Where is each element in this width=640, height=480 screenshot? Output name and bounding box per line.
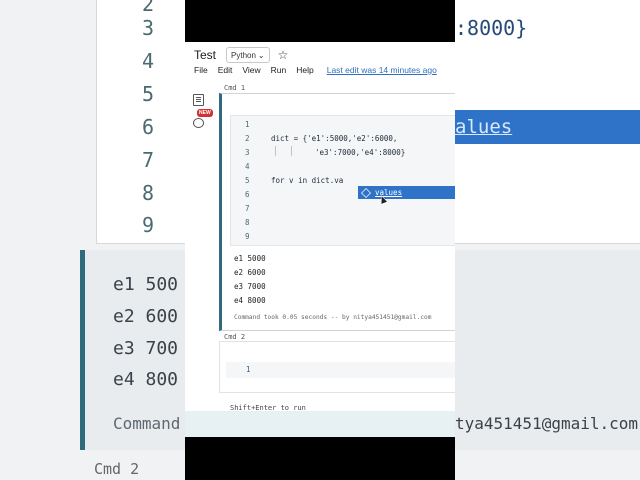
bg-line-number: 4 xyxy=(142,49,155,73)
menu-bar: File Edit View Run Help Last edit was 14… xyxy=(194,65,437,77)
bg-email-text: tya451451@gmail.com xyxy=(455,414,639,433)
bg-output-line: e3 700 xyxy=(113,338,179,359)
code-cell-2[interactable]: 1 xyxy=(219,341,455,393)
code-editor[interactable]: 1 2 3 4 5 6 7 8 9 dict = {'e1':5000,'e2'… xyxy=(230,115,455,246)
cmd1-label: Cmd 1 xyxy=(224,84,246,92)
line-number: 4 xyxy=(245,162,250,171)
line-number: 5 xyxy=(245,176,250,185)
code-line: dict = {'e1':5000,'e2':6000, xyxy=(271,134,398,143)
line-number: 9 xyxy=(245,232,250,241)
line-number: 7 xyxy=(245,204,250,213)
line-number: 3 xyxy=(245,148,250,157)
language-label: Python xyxy=(231,50,256,60)
code-cell-1[interactable]: 1 2 3 4 5 6 7 8 9 dict = {'e1':5000,'e2'… xyxy=(219,93,455,331)
autocomplete-popup[interactable]: values xyxy=(358,186,455,199)
star-icon[interactable]: ☆ xyxy=(278,48,289,62)
bg-highlight-text: alues xyxy=(455,116,513,138)
cmd2-label: Cmd 2 xyxy=(224,333,246,341)
menu-edit[interactable]: Edit xyxy=(218,65,233,77)
bg-line-number: 3 xyxy=(142,16,155,40)
bg-autocomplete-highlight: alues xyxy=(455,110,640,144)
comment-icon[interactable] xyxy=(193,118,204,128)
line-number: 8 xyxy=(245,218,250,227)
notebook-window: Test Python ⌄ ☆ File Edit View Run Help … xyxy=(185,42,455,437)
output-line: e1 5000 xyxy=(234,254,266,263)
cube-icon xyxy=(361,187,371,198)
bg-line-number: 8 xyxy=(142,181,155,205)
bg-line-number: 7 xyxy=(142,148,155,172)
new-badge: NEW xyxy=(197,109,213,117)
line-number: 1 xyxy=(245,120,250,129)
code-line: 'e3':7000,'e4':8000} xyxy=(315,148,406,157)
command-took-text: Command took 0.05 seconds -- by nitya451… xyxy=(234,314,432,321)
bg-code-fragment: :8000} xyxy=(455,16,528,40)
indent-guide xyxy=(275,146,276,156)
notebook-title[interactable]: Test xyxy=(194,48,216,62)
output-line: e3 7000 xyxy=(234,282,266,291)
menu-run[interactable]: Run xyxy=(271,65,287,77)
line-number: 6 xyxy=(245,190,250,199)
bg-line-number: 2 xyxy=(142,0,155,16)
bottom-strip xyxy=(185,411,455,437)
output-line: e4 8000 xyxy=(234,296,266,305)
output-line: e2 6000 xyxy=(234,268,266,277)
bg-command-text: Command xyxy=(113,414,181,433)
bottom-black-band xyxy=(185,437,455,480)
language-selector[interactable]: Python ⌄ xyxy=(226,47,270,63)
code-line: for v in dict.va xyxy=(271,176,344,185)
document-icon[interactable] xyxy=(193,94,204,106)
bg-output-line: e2 600 xyxy=(113,306,179,327)
line-number: 1 xyxy=(246,365,251,374)
indent-guide xyxy=(291,146,292,156)
chevron-down-icon: ⌄ xyxy=(257,50,265,60)
bg-output-line: e4 800 xyxy=(113,369,179,390)
menu-file[interactable]: File xyxy=(194,65,208,77)
code-editor-2[interactable]: 1 xyxy=(226,362,455,378)
bg-output-line: e1 500 xyxy=(113,274,179,295)
bg-line-number: 6 xyxy=(142,115,155,139)
title-bar: Test Python ⌄ ☆ xyxy=(194,46,288,64)
bg-line-number: 9 xyxy=(142,213,155,237)
line-number: 2 xyxy=(245,134,250,143)
menu-help[interactable]: Help xyxy=(296,65,313,77)
top-black-band xyxy=(185,0,455,42)
bg-line-number: 5 xyxy=(142,82,155,106)
bg-cmd2-label: Cmd 2 xyxy=(94,460,140,478)
menu-view[interactable]: View xyxy=(242,65,260,77)
last-edit-link[interactable]: Last edit was 14 minutes ago xyxy=(327,65,437,77)
